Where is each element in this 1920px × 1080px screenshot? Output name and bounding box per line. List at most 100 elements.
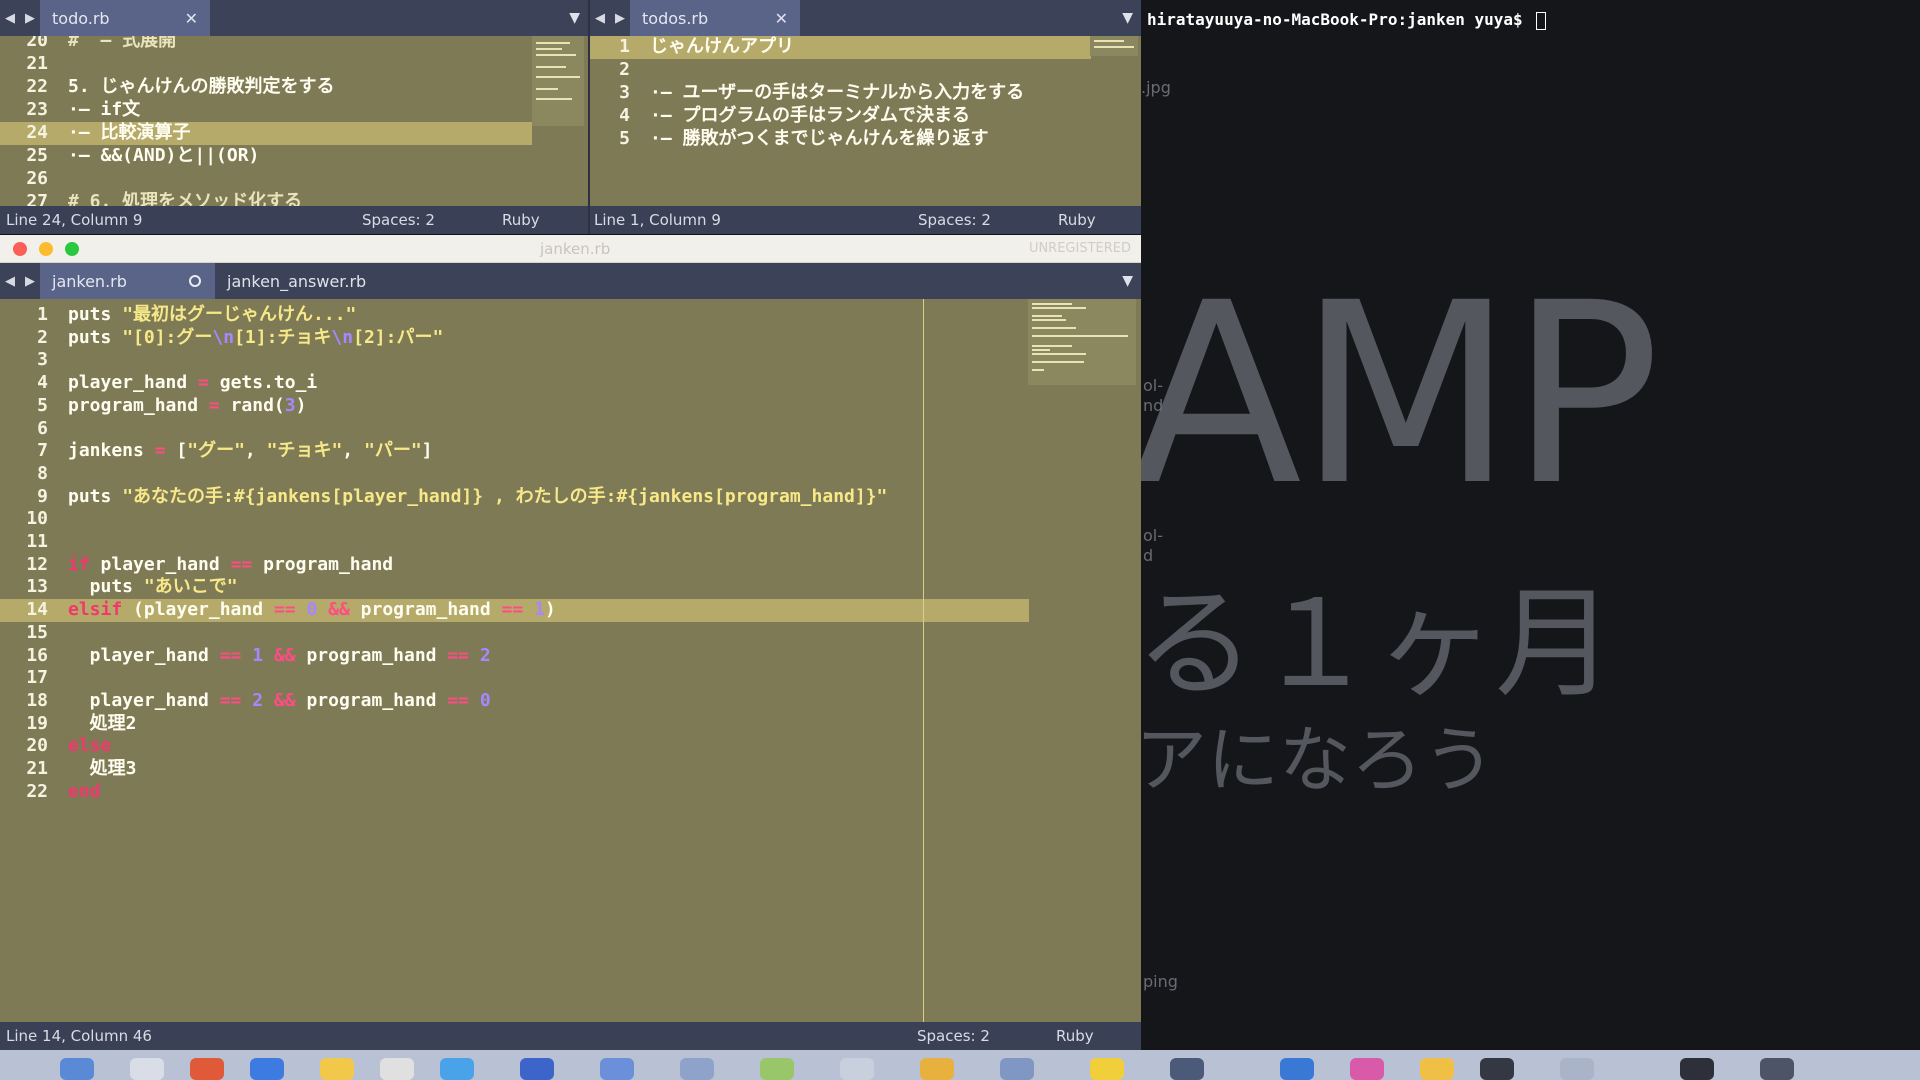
todo-editor-pane: ◀ ▶ todo.rb ✕ ▼ 20 # — 式展開 21 22 5. じゃんけんの… xyxy=(0,0,588,234)
back-arrow-icon[interactable]: ◀ xyxy=(590,11,610,26)
code-line: 19 処理2 xyxy=(26,712,137,734)
dock-app-icon[interactable] xyxy=(840,1058,874,1080)
terminal-cursor xyxy=(1536,11,1547,30)
close-icon[interactable]: ✕ xyxy=(185,9,198,28)
dock-app-icon[interactable] xyxy=(60,1058,94,1080)
todos-status-bar: Line 1, Column 9 Spaces: 2 Ruby xyxy=(590,206,1141,234)
background-text: ping xyxy=(1143,972,1178,991)
zoom-window-button[interactable] xyxy=(65,242,79,256)
chevron-down-icon[interactable]: ▼ xyxy=(1122,10,1133,26)
dock-app-icon[interactable] xyxy=(1090,1058,1124,1080)
dock-app-icon[interactable] xyxy=(1350,1058,1384,1080)
close-window-button[interactable] xyxy=(13,242,27,256)
code-line: 16 player_hand == 1 && program_hand == 2 xyxy=(26,644,491,666)
minimize-window-button[interactable] xyxy=(39,242,53,256)
code-line: 9 puts "あなたの手:#{jankens[player_hand]} , わ… xyxy=(37,485,888,507)
unregistered-label: UNREGISTERED xyxy=(1028,241,1131,256)
code-line-highlighted: 14 elsif (player_hand == 0 && program_han… xyxy=(0,599,1029,622)
window-title-bar[interactable]: janken.rb UNREGISTERED xyxy=(0,235,1141,263)
dock-app-icon[interactable] xyxy=(1760,1058,1794,1080)
code-line: 10 xyxy=(26,508,48,530)
chevron-down-icon[interactable]: ▼ xyxy=(1122,273,1133,289)
code-line: 12 if player_hand == program_hand xyxy=(26,553,394,575)
dock-app-icon[interactable] xyxy=(680,1058,714,1080)
dock-app-icon[interactable] xyxy=(1170,1058,1204,1080)
dock-app-icon[interactable] xyxy=(190,1058,224,1080)
indent-setting[interactable]: Spaces: 2 xyxy=(362,206,435,234)
column-ruler xyxy=(923,299,924,1022)
background-text: .jpg xyxy=(1141,78,1171,97)
indent-setting[interactable]: Spaces: 2 xyxy=(918,206,991,234)
forward-arrow-icon[interactable]: ▶ xyxy=(20,274,40,289)
forward-arrow-icon[interactable]: ▶ xyxy=(610,11,630,26)
code-line: 20 # — 式展開 xyxy=(26,36,177,51)
code-line: 21 処理3 xyxy=(26,758,137,779)
syntax-language[interactable]: Ruby xyxy=(502,206,540,234)
code-line: 23 ·— if文 xyxy=(26,99,141,120)
dock-app-icon[interactable] xyxy=(130,1058,164,1080)
indent-setting[interactable]: Spaces: 2 xyxy=(917,1022,990,1050)
code-line: 1 puts "最初はグーじゃんけん..." xyxy=(37,304,357,325)
terminal-prompt: hiratayuuya-no-MacBook-Pro:janken yuya$ xyxy=(1147,10,1547,30)
tab-todo[interactable]: todo.rb ✕ xyxy=(40,0,210,36)
dock-app-icon[interactable] xyxy=(520,1058,554,1080)
back-arrow-icon[interactable]: ◀ xyxy=(0,11,20,26)
code-line: 26 xyxy=(26,168,48,189)
tab-todos[interactable]: todos.rb ✕ xyxy=(630,0,800,36)
code-line: 22 5. じゃんけんの勝敗判定をする xyxy=(26,76,335,97)
todos-code-area[interactable]: 1 じゃんけんアプリ 2 3 ·— ユーザーの手はターミナルから入力をする 4 ·— … xyxy=(590,36,1141,206)
janken-code-area[interactable]: 1 puts "最初はグーじゃんけん..." 2 puts "[0]:グー\n[1]… xyxy=(0,299,1141,1022)
dock-app-icon[interactable] xyxy=(440,1058,474,1080)
main-status-bar: Line 14, Column 46 Spaces: 2 Ruby xyxy=(0,1022,1141,1050)
cursor-position: Line 24, Column 9 xyxy=(6,211,143,229)
code-line: 2 puts "[0]:グー\n[1]:チョキ\n[2]:パー" xyxy=(37,326,444,348)
minimap[interactable] xyxy=(1090,36,1138,56)
terminal-window[interactable]: AMP る１ヶ月 アになろう .jpg ol- nd ol- d ping hi… xyxy=(1141,0,1920,1050)
dock-app-icon[interactable] xyxy=(1560,1058,1594,1080)
minimap[interactable] xyxy=(1028,299,1136,385)
tab-janken-answer[interactable]: janken_answer.rb xyxy=(215,263,415,299)
code-line: 4 ·— プログラムの手はランダムで決まる xyxy=(619,105,970,126)
code-line: 8 xyxy=(37,462,48,484)
tab-label: janken.rb xyxy=(52,271,127,291)
chevron-down-icon[interactable]: ▼ xyxy=(569,10,580,26)
code-line: 3 ·— ユーザーの手はターミナルから入力をする xyxy=(619,82,1025,103)
tab-label: todo.rb xyxy=(52,8,110,28)
unsaved-dot-icon[interactable] xyxy=(189,275,201,287)
dock-app-icon[interactable] xyxy=(1280,1058,1314,1080)
code-line: 21 xyxy=(26,53,48,74)
code-line: 6 xyxy=(37,417,48,439)
code-line: 22 end xyxy=(26,780,101,802)
code-line: 7 jankens = ["グー", "チョキ", "パー"] xyxy=(37,440,433,462)
dock-app-icon[interactable] xyxy=(380,1058,414,1080)
dock-app-icon[interactable] xyxy=(1420,1058,1454,1080)
syntax-language[interactable]: Ruby xyxy=(1058,206,1096,234)
forward-arrow-icon[interactable]: ▶ xyxy=(20,11,40,26)
close-icon[interactable]: ✕ xyxy=(775,9,788,28)
todo-code-area[interactable]: 20 # — 式展開 21 22 5. じゃんけんの勝敗判定をする 23 ·— if文… xyxy=(0,36,588,206)
code-line: 4 player_hand = gets.to_i xyxy=(37,372,318,394)
todos-tab-bar: ◀ ▶ todos.rb ✕ ▼ xyxy=(590,0,1141,36)
dock-app-icon[interactable] xyxy=(920,1058,954,1080)
todos-editor-pane: ◀ ▶ todos.rb ✕ ▼ 1 じゃんけんアプリ 2 3 ·— ユーザーの手は… xyxy=(588,0,1141,234)
minimap[interactable] xyxy=(532,36,584,126)
tab-janken[interactable]: janken.rb xyxy=(40,263,215,299)
dock-app-icon[interactable] xyxy=(320,1058,354,1080)
syntax-language[interactable]: Ruby xyxy=(1056,1022,1094,1050)
code-line: 20 else xyxy=(26,735,112,757)
tab-label: todos.rb xyxy=(642,8,709,28)
dock-app-icon[interactable] xyxy=(1480,1058,1514,1080)
janken-editor-pane: ◀ ▶ janken.rb janken_answer.rb ▼ 1 puts "… xyxy=(0,263,1141,1050)
dock-app-icon[interactable] xyxy=(1680,1058,1714,1080)
dock-app-icon[interactable] xyxy=(760,1058,794,1080)
cursor-position: Line 1, Column 9 xyxy=(594,211,721,229)
todo-status-bar: Line 24, Column 9 Spaces: 2 Ruby xyxy=(0,206,588,234)
cursor-position: Line 14, Column 46 xyxy=(6,1027,152,1045)
background-text: ol- xyxy=(1143,526,1164,545)
back-arrow-icon[interactable]: ◀ xyxy=(0,274,20,289)
code-line: 27 # 6. 処理をメソッド化する xyxy=(26,191,303,206)
dock-app-icon[interactable] xyxy=(250,1058,284,1080)
dock-app-icon[interactable] xyxy=(1000,1058,1034,1080)
code-line: 18 player_hand == 2 && program_hand == 0 xyxy=(26,689,491,711)
dock-app-icon[interactable] xyxy=(600,1058,634,1080)
